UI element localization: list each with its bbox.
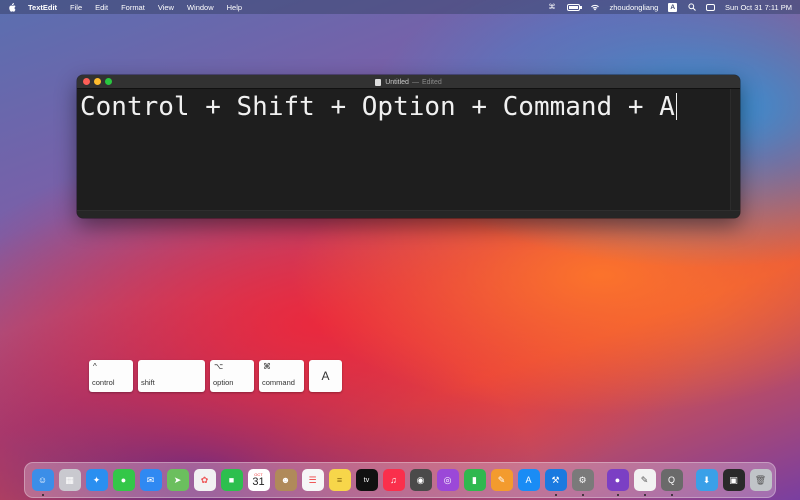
dock-finder-icon[interactable]: ☺ xyxy=(31,469,54,496)
keystroke-overlay: ^ control shift ⌥ option ⌘ command A xyxy=(89,360,347,392)
text-editor-area[interactable]: Control + Shift + Option + Command + A xyxy=(77,89,730,210)
document-text: Control + Shift + Option + Command + A xyxy=(80,92,675,122)
dock-pages-icon[interactable]: ✎ xyxy=(490,469,513,491)
dock-music-icon[interactable]: ♫ xyxy=(382,469,405,491)
keycap-command: ⌘ command xyxy=(259,360,304,392)
dock-calendar-icon[interactable]: OCT 31 xyxy=(247,469,270,491)
dock-tv-icon[interactable]: tv xyxy=(355,469,378,491)
dock-launchpad-icon[interactable]: ▦ xyxy=(58,469,81,491)
keycap-shift: shift xyxy=(138,360,205,392)
document-icon xyxy=(375,78,382,86)
dock-screenshot-icon[interactable]: ◉ xyxy=(409,469,432,491)
keycap-label: command xyxy=(262,378,295,387)
keycap-label: control xyxy=(92,378,115,387)
menu-format[interactable]: Format xyxy=(121,3,145,12)
dock: ☺ ▦ ✦ ● ✉ ➤ ✿ ■ OCT 31 ☻ ☰ ≡ tv ♫ ◉ ◎ ▮ … xyxy=(24,462,776,498)
command-icon[interactable]: ⌘ xyxy=(548,3,557,12)
dock-messages-icon[interactable]: ● xyxy=(112,469,135,491)
dock-photos-icon[interactable]: ✿ xyxy=(193,469,216,491)
dock-safari-icon[interactable]: ✦ xyxy=(85,469,108,491)
dock-mail-icon[interactable]: ✉ xyxy=(139,469,162,491)
username-label[interactable]: zhoudongliang xyxy=(610,3,659,12)
dock-podcasts-icon[interactable]: ◎ xyxy=(436,469,459,491)
battery-icon[interactable] xyxy=(566,3,582,11)
vertical-scrollbar[interactable] xyxy=(730,89,740,210)
textedit-window: Untitled — Edited Control + Shift + Opti… xyxy=(77,75,740,218)
command-symbol: ⌘ xyxy=(263,362,271,371)
dock-facetime-icon[interactable]: ■ xyxy=(220,469,243,491)
control-symbol: ^ xyxy=(93,362,97,371)
menubar-clock[interactable]: Sun Oct 31 7:11 PM xyxy=(725,3,792,12)
dock-reminders-icon[interactable]: ☰ xyxy=(301,469,324,491)
menu-window[interactable]: Window xyxy=(187,3,214,12)
edited-status: Edited xyxy=(421,78,442,86)
calendar-day: 31 xyxy=(252,476,265,488)
menu-file[interactable]: File xyxy=(70,3,82,12)
keycap-label: option xyxy=(213,378,234,387)
wifi-icon[interactable] xyxy=(590,3,600,12)
keycap-option: ⌥ option xyxy=(210,360,254,392)
menu-view[interactable]: View xyxy=(158,3,174,12)
option-symbol: ⌥ xyxy=(214,362,224,371)
keycap-label: shift xyxy=(141,378,155,387)
dock-downloads-icon[interactable]: ⬇ xyxy=(695,469,718,491)
title-separator: — xyxy=(411,78,419,86)
dock-textedit-icon[interactable]: ✎ xyxy=(633,469,656,496)
keycap-a: A xyxy=(309,360,342,392)
dock-screen-recorder-icon[interactable]: ▣ xyxy=(722,469,745,491)
window-titlebar[interactable]: Untitled — Edited xyxy=(77,75,740,89)
dock-quicktime-icon[interactable]: Q xyxy=(660,469,683,496)
window-bottom-bar xyxy=(77,210,740,218)
menu-app-name[interactable]: TextEdit xyxy=(28,3,57,12)
apple-icon[interactable] xyxy=(8,2,16,12)
menu-edit[interactable]: Edit xyxy=(95,3,108,12)
menu-help[interactable]: Help xyxy=(227,3,242,12)
dock-app-store-icon[interactable]: A xyxy=(517,469,540,491)
status-area: ⌘ zhoudongliang A Sun Oct 31 7:11 PM xyxy=(538,2,792,12)
dock-contacts-icon[interactable]: ☻ xyxy=(274,469,297,491)
dock-github-desktop-icon[interactable]: ● xyxy=(606,469,629,496)
text-caret xyxy=(675,93,678,120)
dock-maps-icon[interactable]: ➤ xyxy=(166,469,189,491)
window-title: Untitled — Edited xyxy=(77,75,740,89)
keycap-control: ^ control xyxy=(89,360,133,392)
dock-trash-icon[interactable]: 🗑 xyxy=(749,469,772,491)
dock-numbers-icon[interactable]: ▮ xyxy=(463,469,486,491)
dock-notes-icon[interactable]: ≡ xyxy=(328,469,351,491)
dock-xcode-icon[interactable]: ⚒ xyxy=(544,469,567,496)
input-source-icon[interactable]: A xyxy=(668,2,678,12)
document-name[interactable]: Untitled xyxy=(385,79,409,86)
menu-bar: TextEdit File Edit Format View Window He… xyxy=(0,0,800,14)
control-center-icon[interactable] xyxy=(706,3,716,11)
spotlight-icon[interactable] xyxy=(687,3,696,12)
dock-system-preferences-icon[interactable]: ⚙ xyxy=(571,469,594,496)
